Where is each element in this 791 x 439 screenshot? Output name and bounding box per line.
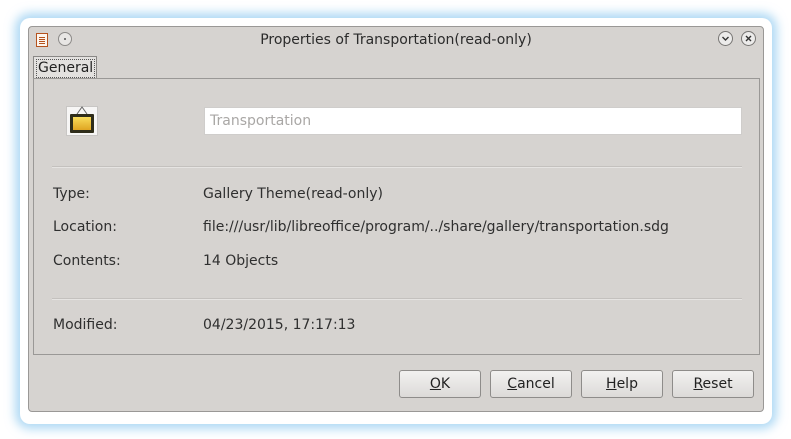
picture-image (73, 117, 91, 130)
title-bar[interactable]: Properties of Transportation(read-only) (29, 27, 763, 54)
general-panel: Transportation Type: Gallery Theme(read-… (33, 78, 760, 355)
cancel-button[interactable]: Cancel (490, 370, 572, 398)
help-mnemonic: H (606, 376, 617, 392)
cancel-label: ancel (517, 376, 555, 392)
properties-dialog: Properties of Transportation(read-only) … (28, 26, 764, 412)
chevron-down-icon (722, 36, 729, 41)
close-icon[interactable] (741, 31, 756, 46)
modified-value: 04/23/2015, 17:17:13 (203, 317, 356, 333)
contents-value: 14 Objects (203, 253, 279, 269)
divider (52, 166, 742, 168)
ok-mnemonic: O (429, 376, 441, 392)
tab-general-label: General (36, 59, 96, 78)
theme-name-field[interactable]: Transportation (204, 107, 742, 135)
reset-button[interactable]: Reset (672, 370, 754, 398)
contents-label: Contents: (53, 253, 121, 269)
reset-mnemonic: R (693, 376, 703, 392)
help-button[interactable]: Help (581, 370, 663, 398)
gallery-theme-icon (66, 106, 98, 136)
window-title: Properties of Transportation(read-only) (260, 32, 532, 48)
reset-label: eset (702, 376, 733, 392)
cancel-mnemonic: C (507, 376, 518, 392)
location-value: file:///usr/lib/libreoffice/program/../s… (203, 219, 669, 235)
help-label: elp (616, 376, 638, 392)
x-icon (745, 35, 752, 42)
hanger-icon (76, 106, 88, 114)
modified-label: Modified: (53, 317, 118, 333)
divider (52, 298, 742, 300)
tab-general[interactable]: General (33, 56, 97, 79)
type-label: Type: (53, 186, 90, 202)
type-value: Gallery Theme(read-only) (203, 186, 383, 202)
minimize-icon[interactable] (718, 31, 733, 46)
ok-label: K (440, 376, 451, 392)
location-label: Location: (53, 219, 117, 235)
ok-button[interactable]: OK (399, 370, 481, 398)
